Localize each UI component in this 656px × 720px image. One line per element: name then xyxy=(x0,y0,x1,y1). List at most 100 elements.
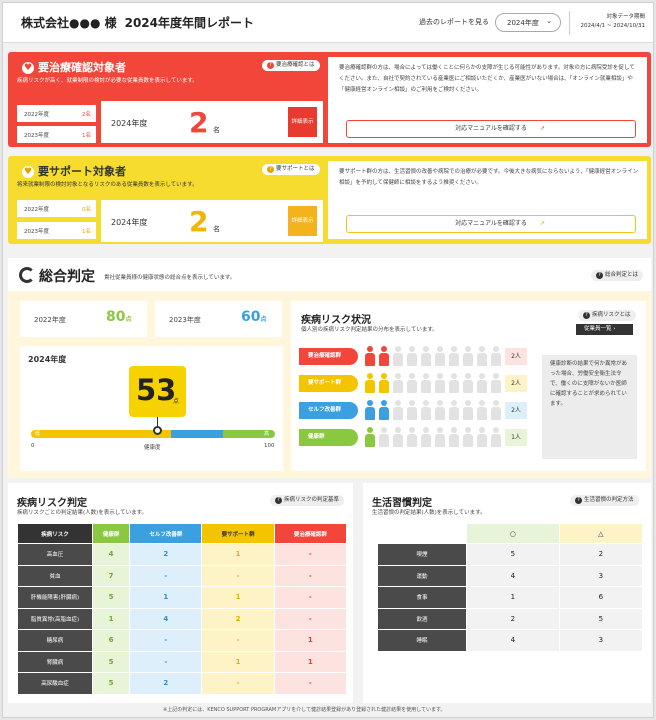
risk-status-desc: 個人別の疾病リスク判定結果の分布を表示しています。 xyxy=(301,327,438,333)
overall-help-link[interactable]: ? 総合判定とは xyxy=(591,270,644,281)
score-unit: 点 xyxy=(125,316,132,323)
person-icon xyxy=(434,427,446,447)
risk-status-title: 疾病リスク状況 xyxy=(301,315,371,326)
prev-count: 1名 xyxy=(82,229,91,235)
treatment-notice: 要治療確認群の方は、場合によっては働くことに何らかの支障が生じる可能性があります… xyxy=(328,57,647,143)
support-manual-button[interactable]: 対応マニュアルを確認する ↗ xyxy=(346,215,636,233)
footnote: ※上記の判定には、KENCO SUPPORT PROGRAMアプリを介して健診結… xyxy=(163,707,446,713)
table-cell: - xyxy=(273,543,348,566)
treatment-help-link[interactable]: ? 要治療確認とは xyxy=(262,60,320,71)
disease-risk-help-text: 疾病リスクの判定基準 xyxy=(284,497,340,503)
table-cell: 2 xyxy=(129,672,203,695)
table-row: 睡眠 4 3 xyxy=(377,629,644,652)
question-icon: ? xyxy=(596,272,603,279)
score-bubble: 53 点 xyxy=(129,366,186,417)
table-cell: 1 xyxy=(201,586,275,609)
column-header: 要治療確認群 xyxy=(273,523,348,544)
person-icon xyxy=(490,373,502,393)
risk-status-card: 疾病リスク状況 個人別の疾病リスク判定結果の分布を表示しています。 ? 疾病リスク… xyxy=(291,301,646,471)
treatment-current: 2024年度 2 名 詳細表示 xyxy=(101,101,323,143)
score-marker xyxy=(153,426,162,435)
support-title: ♥ 要サポート対象者 xyxy=(22,163,126,179)
table-cell: 2 xyxy=(558,543,644,566)
table-cell: 1 xyxy=(466,586,560,609)
people-icons xyxy=(364,373,502,393)
support-detail-button[interactable]: 詳細表示 xyxy=(288,206,317,236)
page-header: 株式会社●●● 様 2024年度年間レポート 過去のレポートを見る 2024年度 … xyxy=(3,3,653,43)
risk-help-link[interactable]: ? 疾病リスクとは xyxy=(578,310,636,321)
treatment-detail-button[interactable]: 詳細表示 xyxy=(288,107,317,137)
question-icon: ? xyxy=(583,312,590,319)
question-icon: ? xyxy=(267,62,274,69)
treatment-manual-button[interactable]: 対応マニュアルを確認する ↗ xyxy=(346,120,636,138)
employee-list-button[interactable]: 従業員一覧 › xyxy=(576,324,633,335)
column-header: 要サポート群 xyxy=(201,523,275,544)
lifestyle-desc: 生活習慣の判定結果(人数)を表示しています。 xyxy=(372,510,486,516)
table-cell: 2 xyxy=(129,543,203,566)
score-year: 2023年度 xyxy=(169,316,201,324)
person-icon xyxy=(490,346,502,366)
prev-count: 2名 xyxy=(82,112,91,118)
row-label: 糖尿病 xyxy=(17,629,93,652)
score-number: 60 xyxy=(241,309,261,325)
treatment-prev-2022: 2022年度 2名 xyxy=(17,105,96,122)
person-icon xyxy=(490,400,502,420)
prev-year: 2023年度 xyxy=(24,229,49,235)
disease-risk-help-link[interactable]: ? 疾病リスクの判定基準 xyxy=(270,495,345,506)
row-label: 脂質異常(高脂血症) xyxy=(17,607,93,630)
person-icon xyxy=(476,346,488,366)
current-score: 53 xyxy=(136,373,177,407)
table-cell: - xyxy=(129,650,203,673)
score-unit: 点 xyxy=(173,398,180,405)
question-icon: ? xyxy=(267,166,274,173)
overall-title-text: 総合判定 xyxy=(39,269,95,285)
person-icon xyxy=(406,427,418,447)
person-icon xyxy=(406,346,418,366)
person-icon xyxy=(392,373,404,393)
prev-year: 2022年度 xyxy=(24,112,49,118)
column-header: 疾病リスク xyxy=(17,523,93,544)
risk-help-text: 疾病リスクとは xyxy=(592,312,631,318)
support-notice-text: 要サポート群の方は、生活習慣の改善や病院での治療が必要です。今後大きな病気になら… xyxy=(339,169,639,186)
support-desc: 将来就業制限の検討対象となるリスクのある従業員数を表示しています。 xyxy=(17,182,198,188)
risk-note: 健康診断の結果で何か異常があった場合、労働安全衛生法令で、働くのに支障がないか医… xyxy=(542,355,637,459)
person-icon xyxy=(364,400,376,420)
score-year: 2022年度 xyxy=(34,316,66,324)
score-2023: 2023年度 60点 xyxy=(155,301,282,337)
manual-button-label: 対応マニュアルを確認する xyxy=(455,125,527,132)
person-icon xyxy=(448,373,460,393)
page-title: 株式会社●●● 様 2024年度年間レポート xyxy=(21,14,254,31)
person-icon xyxy=(448,400,460,420)
table-row: 貧血 7- - - xyxy=(17,564,348,587)
table-row: 食事 1 6 xyxy=(377,586,644,609)
disease-risk-title: 疾病リスク判定 xyxy=(17,498,87,509)
period-value: 2024/4/1 ~ 2024/10/31 xyxy=(580,23,645,29)
risk-row-label: 要治療確認群 xyxy=(299,348,358,365)
person-icon xyxy=(476,427,488,447)
risk-row-count: 2人 xyxy=(505,375,527,392)
lifestyle-help-text: 生活習慣の判定方法 xyxy=(584,497,634,503)
person-icon xyxy=(364,373,376,393)
year-select[interactable]: 2024年度 ⌄ xyxy=(495,13,561,32)
table-row: 肝機能障害(肝臓病) 5 1 1- xyxy=(17,586,348,609)
support-help-link[interactable]: ? 要サポートとは xyxy=(262,164,320,175)
person-icon xyxy=(462,427,474,447)
table-cell: 1 xyxy=(201,650,275,673)
chevron-right-icon: › xyxy=(613,326,616,332)
table-cell: 6 xyxy=(558,586,644,609)
person-icon xyxy=(378,373,390,393)
table-cell: 1 xyxy=(201,543,275,566)
support-prev-2022: 2022年度 0名 xyxy=(17,200,96,217)
prev-year: 2023年度 xyxy=(24,133,49,139)
treatment-section: ♥ 要治療確認対象者 疾病リスクが高く、就業制限の検討が必要な従業員数を表示してい… xyxy=(8,52,651,147)
table-cell: 3 xyxy=(558,564,644,587)
score-2022: 2022年度 80点 xyxy=(20,301,147,337)
scale-segment-high: 高 xyxy=(223,430,275,438)
employee-list-label: 従業員一覧 xyxy=(584,326,612,332)
risk-row-label: セルフ改善群 xyxy=(299,402,358,419)
table-cell: 7 xyxy=(91,564,131,587)
lifestyle-help-link[interactable]: ? 生活習慣の判定方法 xyxy=(570,495,639,506)
current-year: 2024年度 xyxy=(111,119,148,128)
person-icon xyxy=(420,346,432,366)
overall-title: 総合判定 xyxy=(19,266,95,286)
